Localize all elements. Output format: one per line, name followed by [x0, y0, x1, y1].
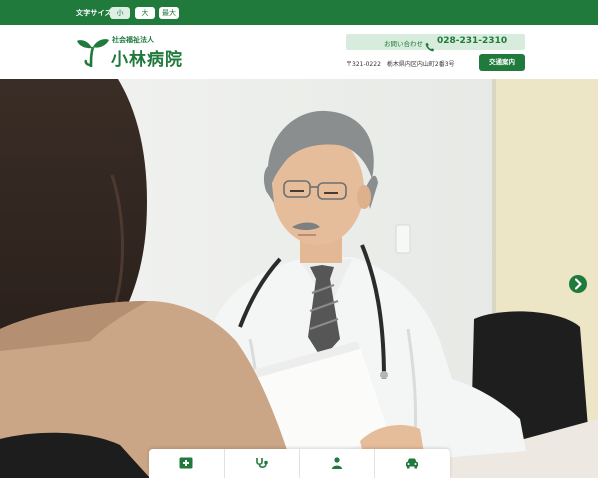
chevron-right-icon[interactable] [569, 275, 587, 293]
address: 〒321-0222 栃木県内区内山町2番3号 [346, 61, 455, 68]
stethoscope-icon [256, 458, 268, 468]
contact-box: お問い合わせ 028-231-2310 [346, 34, 525, 52]
quick-nav [149, 449, 450, 478]
font-size-largest-button[interactable]: 最大 [159, 7, 179, 19]
phone-number[interactable]: 028-231-2310 [437, 36, 507, 46]
hospital-name[interactable]: 小林病院 [111, 45, 183, 70]
person-icon [332, 457, 342, 469]
corporation-type: 社会福祉法人 [112, 36, 154, 44]
top-bar: 文字サイズ 小 大 最大 [0, 0, 598, 25]
phone-icon [425, 37, 435, 52]
car-icon [406, 458, 418, 469]
hero-image [0, 79, 598, 478]
access-button[interactable]: 交通案内 [479, 54, 525, 71]
sprout-icon[interactable] [76, 37, 110, 68]
font-size-label: 文字サイズ [76, 9, 112, 17]
contact-label: お問い合わせ [384, 40, 423, 48]
quick-nav-person[interactable] [299, 449, 374, 478]
quick-nav-hospital[interactable] [149, 449, 224, 478]
quick-nav-access[interactable] [374, 449, 449, 478]
quick-nav-medical[interactable] [224, 449, 299, 478]
font-size-small-button[interactable]: 小 [110, 7, 130, 19]
hospital-icon [179, 457, 193, 469]
font-size-large-button[interactable]: 大 [135, 7, 155, 19]
